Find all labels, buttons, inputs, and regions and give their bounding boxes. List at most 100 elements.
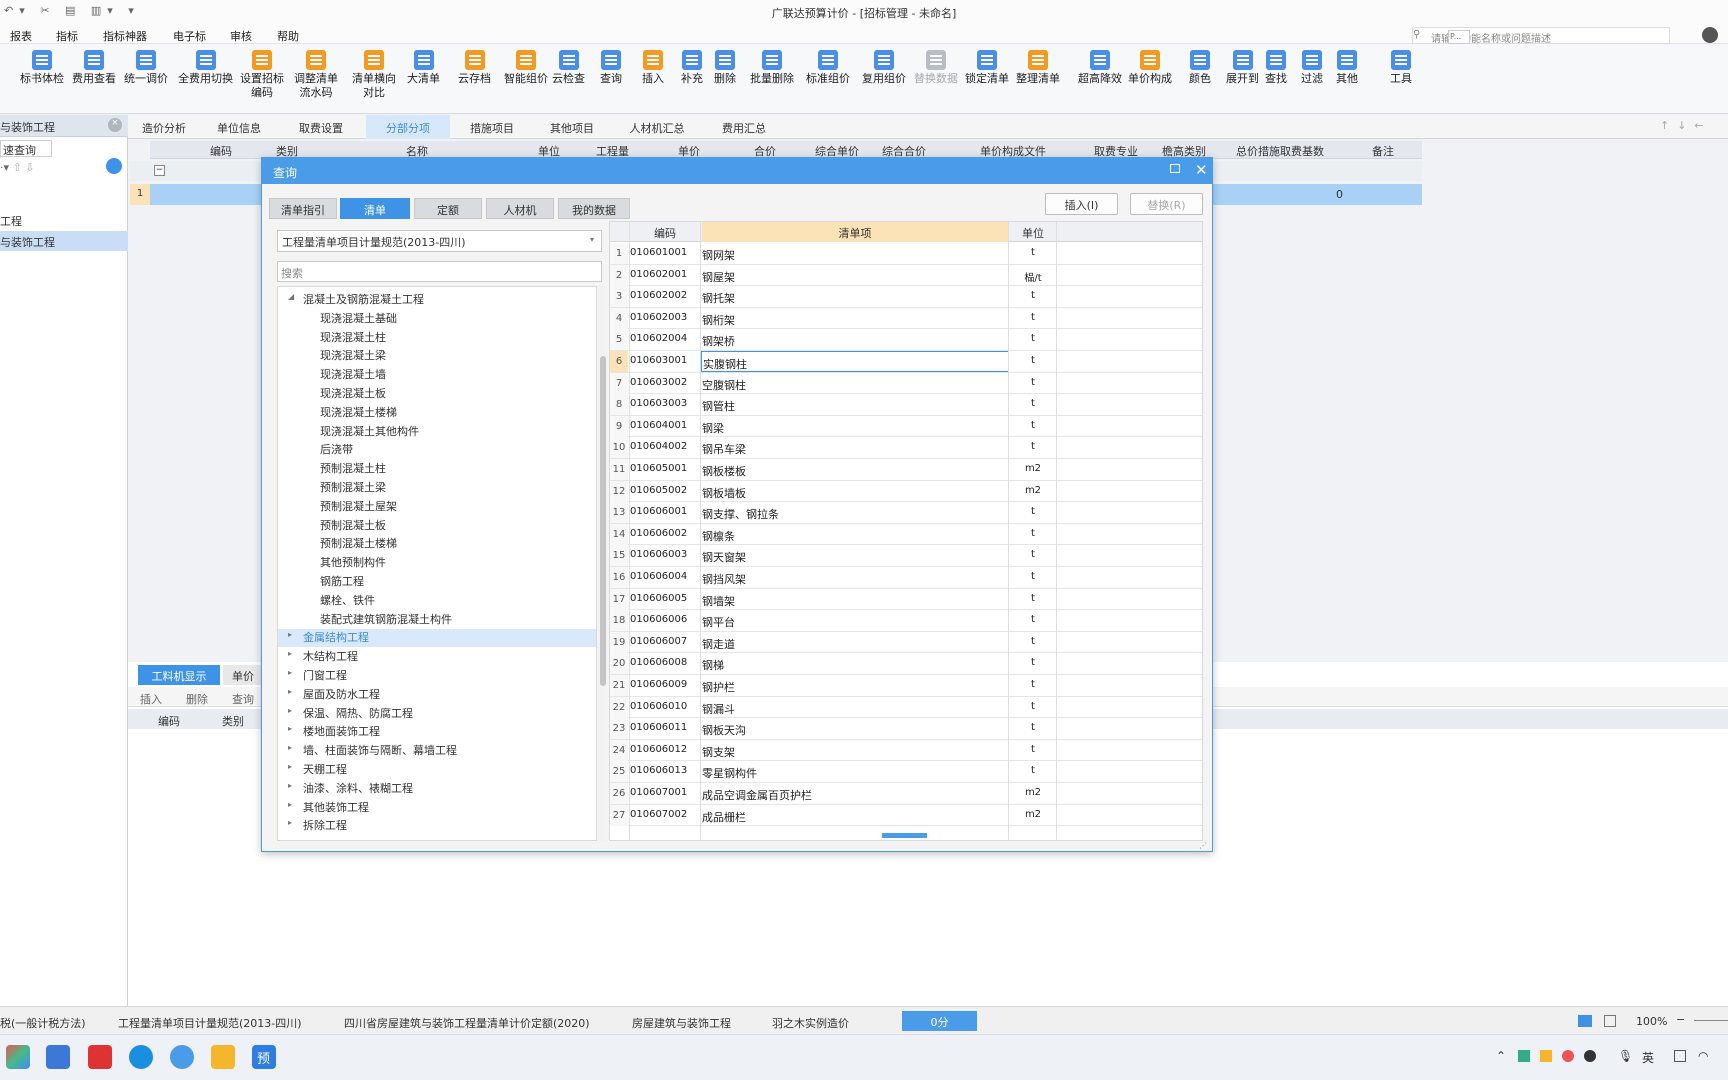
menu-review[interactable]: 审核 [230, 28, 252, 44]
tree-node[interactable]: ▸ 门窗工程 [278, 667, 596, 685]
table-row[interactable]: 7 010603002 空腹钢柱 t [610, 372, 1202, 395]
tree-node[interactable]: 预制混凝土柱 [320, 460, 386, 478]
dialog-title-bar[interactable]: 查询 ✕ [262, 158, 1212, 184]
table-row[interactable]: 11 010605001 钢板楼板 m2 [610, 459, 1202, 481]
nav-arrows[interactable]: ↑↓← [1660, 119, 1712, 132]
ribbon-button-4[interactable]: 全费用切换 [178, 50, 233, 86]
table-row[interactable]: 22 010606010 钢漏斗 t [610, 696, 1202, 719]
menu-index-tool[interactable]: 指标神器 [103, 28, 147, 44]
chevron-right-icon[interactable]: ▸ [288, 781, 292, 790]
spec-select[interactable]: 工程量清单项目计量规范(2013-四川) ▾ [277, 230, 602, 252]
tray-icon[interactable] [1562, 1050, 1574, 1062]
tree-node[interactable]: ▸ 木结构工程 [278, 648, 596, 666]
tree-node[interactable]: ▸ 保温、隔热、防腐工程 [278, 705, 596, 723]
ribbon-button-10[interactable]: 智能组价 [504, 50, 548, 86]
table-row[interactable]: 13 010606001 钢支撑、钢拉条 t [610, 502, 1202, 524]
microphone-icon[interactable]: 🎙 [1618, 1049, 1633, 1063]
tree-node[interactable]: 现浇混凝土其他构件 [320, 423, 419, 441]
ribbon-button-25[interactable]: 展开到 [1226, 50, 1259, 86]
ribbon-button-21[interactable]: 整理清单 [1016, 50, 1060, 86]
chevron-right-icon[interactable]: ▸ [288, 762, 292, 771]
tree-node[interactable]: ▸ 油漆、涂料、裱糊工程 [278, 780, 596, 798]
ribbon-button-26[interactable]: 查找 [1265, 50, 1287, 86]
ribbon-button-28[interactable]: 其他 [1336, 50, 1358, 86]
table-row[interactable]: 19 010606007 钢走道 t [610, 631, 1202, 654]
table-row[interactable]: 18 010606006 钢平台 t [610, 610, 1202, 632]
ribbon-button-12[interactable]: 查询 [600, 50, 622, 86]
replace-button[interactable]: 替换(R) [1130, 193, 1203, 215]
table-row[interactable]: 8 010603003 钢管柱 t [610, 394, 1202, 416]
app-icon[interactable] [211, 1045, 235, 1069]
ribbon-button-6[interactable]: 调整清单 流水码 [294, 50, 338, 100]
tree-scroll-thumb[interactable] [600, 356, 606, 686]
tree-node[interactable]: 预制混凝土板 [320, 517, 386, 535]
ribbon-button-3[interactable]: 统一调价 [124, 50, 168, 86]
delete-button[interactable]: 删除 [186, 691, 208, 707]
table-row[interactable]: 2 010602001 钢屋架 榀/t [610, 264, 1202, 287]
tab-unit-price[interactable]: 单价 [223, 665, 263, 685]
ribbon-button-9[interactable]: 云存档 [458, 50, 491, 86]
table-row[interactable]: 4 010602003 钢桁架 t [610, 307, 1202, 330]
ribbon-button-1[interactable]: 标书体检 [20, 50, 64, 86]
tree-scrollbar[interactable] [599, 286, 607, 841]
tree-node[interactable]: ▸ 拆除工程 [278, 817, 596, 835]
wifi-icon[interactable]: ◠ [1698, 1049, 1708, 1063]
left-panel-tab[interactable]: 与装饰工程 × [0, 115, 128, 137]
table-row[interactable]: 9 010604001 钢梁 t [610, 415, 1202, 438]
tab-4[interactable]: 分部分项 [366, 115, 450, 139]
quick-query-tab[interactable]: 速查询 [0, 140, 52, 157]
dialog-tab-5[interactable]: 我的数据 [558, 198, 630, 219]
table-row[interactable]: 21 010606009 钢护栏 t [610, 675, 1202, 697]
app-icon[interactable] [170, 1045, 194, 1069]
table-row[interactable]: 20 010606008 钢梯 t [610, 653, 1202, 675]
ribbon-button-14[interactable]: 补充 [681, 50, 703, 86]
ribbon-button-15[interactable]: 删除 [714, 50, 736, 86]
table-row[interactable]: 26 010607001 成品空调金属百页护栏 m2 [610, 783, 1202, 805]
menu-report[interactable]: 报表 [10, 28, 32, 44]
tree-node[interactable]: ◢ 混凝土及钢筋混凝土工程 [278, 291, 596, 309]
chevron-right-icon[interactable]: ▸ [288, 743, 292, 752]
tree-node[interactable]: 预制混凝土梁 [320, 479, 386, 497]
tree-node[interactable]: 现浇混凝土梁 [320, 347, 386, 365]
tree-node[interactable]: ▸ 屋面及防水工程 [278, 686, 596, 704]
tree-search-input[interactable]: 搜索 [277, 261, 602, 282]
view-icon[interactable] [1578, 1015, 1592, 1027]
insert-button[interactable]: 插入(I) [1045, 193, 1118, 215]
zoom-slider[interactable] [1694, 1020, 1728, 1021]
chevron-right-icon[interactable]: ▸ [288, 649, 292, 658]
tray-icon[interactable] [1518, 1050, 1530, 1062]
dialog-tab-3[interactable]: 定额 [414, 198, 482, 219]
tree-item-selected[interactable]: 与装饰工程 [0, 231, 128, 251]
ribbon-button-20[interactable]: 锁定清单 [965, 50, 1009, 86]
menu-e-bid[interactable]: 电子标 [173, 28, 206, 44]
table-row[interactable]: 17 010606005 钢墙架 t [610, 588, 1202, 611]
collapse-icon[interactable]: − [154, 165, 165, 176]
table-row[interactable]: 27 010607002 成品栅栏 m2 [610, 804, 1202, 827]
splitter-handle[interactable] [882, 833, 927, 838]
tray-icon[interactable] [1540, 1050, 1552, 1062]
tab-3[interactable]: 取费设置 [278, 115, 364, 139]
ribbon-button-5[interactable]: 设置招标 编码 [240, 50, 284, 100]
tree-node[interactable]: ▸ 楼地面装饰工程 [278, 723, 596, 741]
table-row[interactable]: 14 010606002 钢檩条 t [610, 523, 1202, 546]
zoom-out-icon[interactable]: − [1676, 1013, 1685, 1026]
tab-8[interactable]: 费用汇总 [705, 115, 783, 139]
tree-node[interactable]: 预制混凝土楼梯 [320, 535, 397, 553]
table-row[interactable]: 10 010604002 钢吊车梁 t [610, 437, 1202, 459]
ribbon-button-18[interactable]: 复用组价 [862, 50, 906, 86]
chevron-up-icon[interactable]: ⌃ [1496, 1049, 1506, 1063]
table-row[interactable]: 12 010605002 钢板墙板 m2 [610, 480, 1202, 503]
chevron-right-icon[interactable]: ▸ [288, 706, 292, 715]
chevron-right-icon[interactable]: ▸ [288, 818, 292, 827]
ribbon-button-19[interactable]: 替换数据 [914, 50, 958, 86]
close-icon[interactable]: × [108, 118, 122, 132]
tab-6[interactable]: 其他项目 [535, 115, 609, 139]
ribbon-button-11[interactable]: 云检查 [552, 50, 585, 86]
score-badge[interactable]: 0分 [902, 1011, 977, 1031]
app-icon[interactable] [88, 1045, 112, 1069]
ribbon-button-7[interactable]: 清单横向 对比 [352, 50, 396, 100]
ribbon-button-27[interactable]: 过滤 [1301, 50, 1323, 86]
chevron-right-icon[interactable]: ▸ [288, 724, 292, 733]
add-icon[interactable] [106, 158, 122, 174]
table-row[interactable]: 23 010606011 钢板天沟 t [610, 718, 1202, 740]
